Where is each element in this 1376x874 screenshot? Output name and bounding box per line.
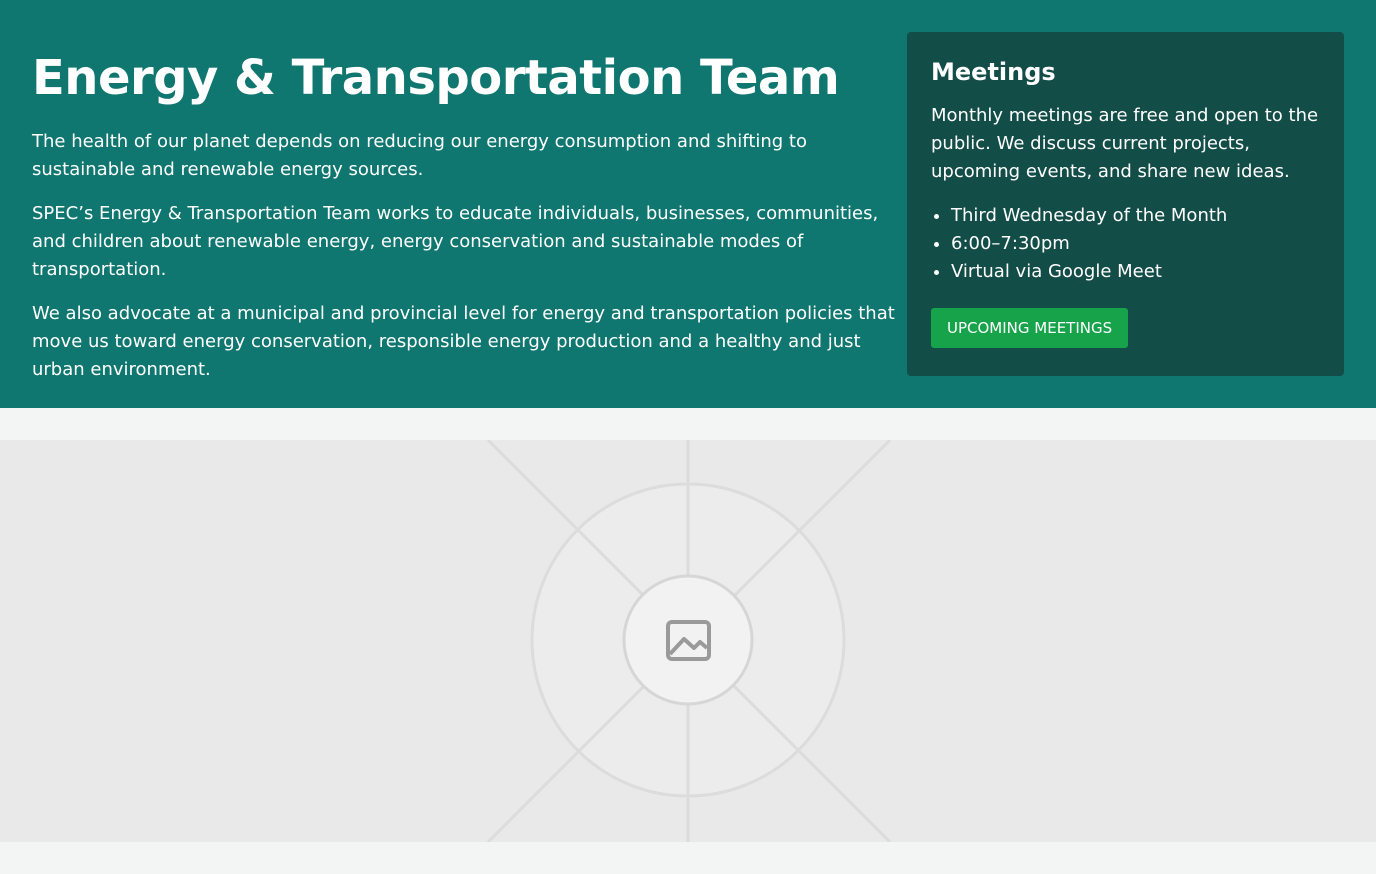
upcoming-meetings-button[interactable]: UPCOMING MEETINGS	[931, 308, 1129, 348]
section-spacer	[0, 408, 1376, 440]
placeholder-graphic	[470, 440, 910, 842]
meeting-location-item: Virtual via Google Meet	[951, 258, 1320, 286]
hero-content: Energy & Transportation Team The health …	[32, 46, 904, 400]
page-title: Energy & Transportation Team	[32, 50, 840, 106]
meetings-description: Monthly meetings are free and open to th…	[931, 105, 1319, 182]
mission-paragraph: SPEC’s Energy & Transportation Team work…	[32, 203, 879, 280]
meetings-details-list: Third Wednesday of the Month 6:00–7:30pm…	[931, 202, 1320, 286]
hero-section: Energy & Transportation Team The health …	[0, 0, 1376, 408]
meetings-card: Meetings Monthly meetings are free and o…	[907, 32, 1344, 376]
bottom-spacer	[0, 842, 1376, 874]
image-placeholder	[0, 440, 1376, 842]
intro-paragraph: The health of our planet depends on redu…	[32, 131, 808, 180]
advocacy-paragraph: We also advocate at a municipal and prov…	[32, 303, 895, 380]
meeting-day-item: Third Wednesday of the Month	[951, 202, 1320, 230]
meeting-time-item: 6:00–7:30pm	[951, 230, 1320, 258]
meetings-title: Meetings	[931, 58, 1056, 86]
